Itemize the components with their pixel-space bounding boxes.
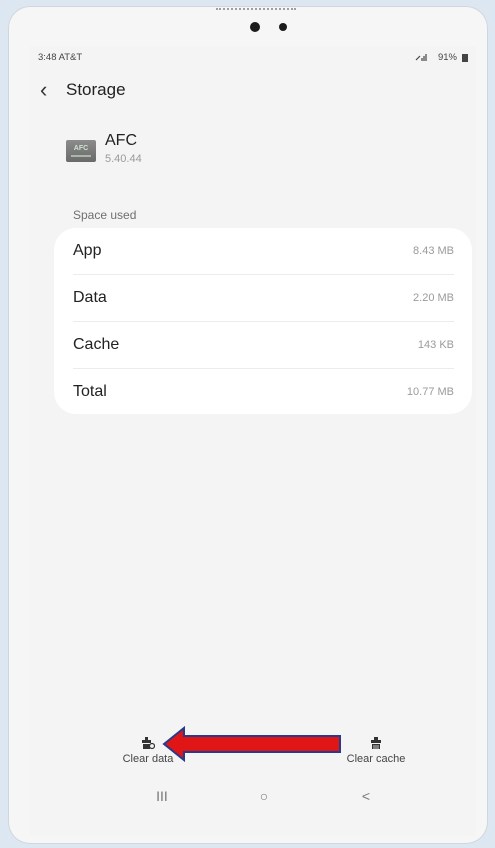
front-camera	[250, 22, 260, 32]
screen: 3:48 AT&T 91% ‹ Storage AFC AFC 5.40.44	[30, 46, 476, 836]
home-button[interactable]: ○	[249, 788, 279, 804]
signal-icon	[415, 54, 427, 61]
back-nav-button[interactable]: <	[351, 788, 381, 804]
status-bar: 3:48 AT&T 91%	[38, 52, 468, 66]
annotation-arrow	[162, 725, 341, 763]
app-icon: AFC	[66, 140, 96, 162]
app-text: AFC 5.40.44	[105, 128, 142, 165]
row-label: App	[73, 242, 102, 259]
navigation-bar: III ○ <	[30, 788, 476, 808]
row-value: 2.20 MB	[413, 292, 454, 304]
space-used-label: Space used	[73, 208, 137, 222]
app-icon-bar	[71, 155, 91, 157]
clear-cache-label: Clear cache	[346, 753, 406, 765]
storage-row-cache: Cache 143 KB	[73, 322, 454, 368]
battery-percent: 91%	[437, 52, 457, 63]
sensor	[279, 23, 287, 31]
recents-button[interactable]: III	[147, 788, 177, 804]
clear-cache-icon	[371, 737, 381, 749]
storage-card: App 8.43 MB Data 2.20 MB Cache 143 KB To…	[54, 228, 472, 414]
storage-row-data: Data 2.20 MB	[73, 275, 454, 321]
storage-row-app: App 8.43 MB	[73, 228, 454, 274]
page-title: Storage	[66, 80, 126, 99]
row-value: 10.77 MB	[406, 386, 454, 398]
storage-row-total: Total 10.77 MB	[73, 369, 454, 415]
app-version: 5.40.44	[105, 153, 142, 165]
status-time-carrier: 3:48 AT&T	[38, 52, 83, 63]
header: ‹ Storage	[40, 76, 126, 104]
speaker-grille	[216, 8, 296, 13]
clear-data-icon	[142, 737, 155, 750]
row-value: 8.43 MB	[413, 245, 454, 257]
row-label: Data	[73, 289, 107, 306]
row-value: 143 KB	[417, 339, 454, 351]
battery-icon	[462, 53, 468, 62]
device-frame: 3:48 AT&T 91% ‹ Storage AFC AFC 5.40.44	[8, 6, 488, 844]
row-label: Cache	[73, 336, 120, 353]
app-name: AFC	[105, 132, 137, 149]
app-info: AFC AFC 5.40.44	[66, 128, 142, 165]
row-label: Total	[73, 383, 107, 400]
clear-cache-button[interactable]: Clear cache	[331, 736, 421, 765]
device-top-bezel	[8, 6, 488, 36]
back-icon[interactable]: ‹	[40, 79, 60, 101]
status-right: 91%	[415, 52, 468, 63]
app-icon-text: AFC	[73, 145, 89, 152]
